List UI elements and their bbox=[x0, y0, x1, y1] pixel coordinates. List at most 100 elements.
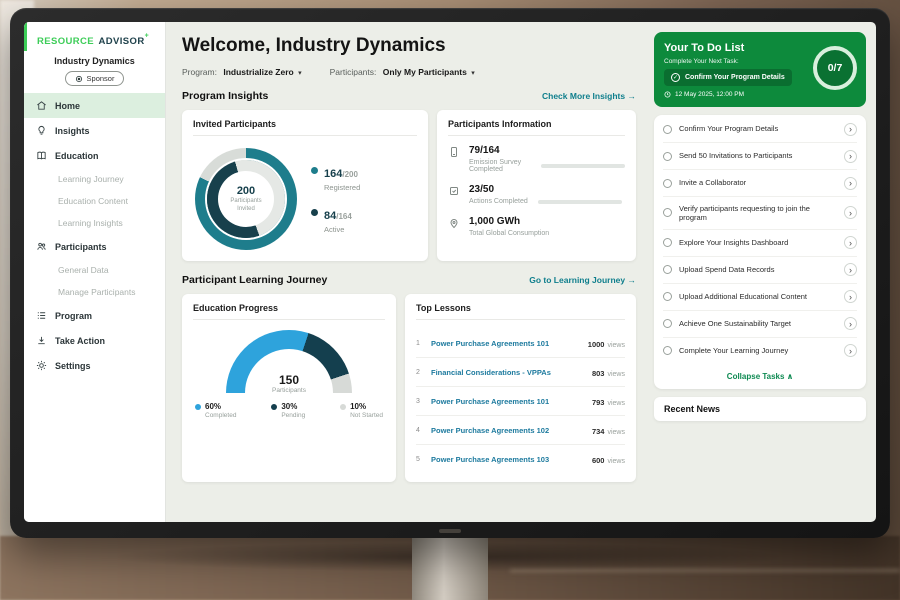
chevron-right-icon[interactable]: › bbox=[844, 344, 857, 357]
task-checkbox[interactable] bbox=[663, 265, 672, 274]
participants-filter-dropdown[interactable]: Only My Participants bbox=[383, 67, 467, 77]
sidebar-item-manage-participants[interactable]: Manage Participants bbox=[24, 281, 165, 303]
collapse-tasks-link[interactable]: Collapse Tasks ∧ bbox=[663, 364, 857, 385]
chevron-right-icon[interactable]: › bbox=[844, 263, 857, 276]
recent-news-header[interactable]: Recent News bbox=[654, 397, 866, 421]
task-checkbox[interactable] bbox=[663, 152, 672, 161]
task-row[interactable]: Verify participants requesting to join t… bbox=[663, 197, 857, 230]
lesson-rank: 4 bbox=[416, 427, 424, 434]
chevron-right-icon[interactable]: › bbox=[844, 123, 857, 136]
sidebar-item-insights[interactable]: Insights bbox=[24, 118, 165, 143]
next-task-pill[interactable]: ✓ Confirm Your Program Details bbox=[664, 69, 792, 86]
check-more-insights-link[interactable]: Check More Insights → bbox=[542, 91, 636, 101]
brand-primary: RESOURCE bbox=[37, 36, 94, 47]
monitor-stand bbox=[412, 534, 488, 600]
lesson-row[interactable]: 4 Power Purchase Agreements 102 734views bbox=[416, 416, 625, 445]
task-checkbox[interactable] bbox=[663, 238, 672, 247]
program-filter: Program: Industrialize Zero ▾ bbox=[182, 67, 302, 77]
task-row[interactable]: Invite a Collaborator › bbox=[663, 170, 857, 197]
legend-dot bbox=[340, 404, 346, 410]
sidebar-item-program[interactable]: Program bbox=[24, 303, 165, 328]
sidebar-item-general-data[interactable]: General Data bbox=[24, 259, 165, 281]
chevron-right-icon[interactable]: › bbox=[844, 290, 857, 303]
task-checkbox[interactable] bbox=[663, 125, 672, 134]
sidebar-item-settings[interactable]: Settings bbox=[24, 353, 165, 378]
sidebar-item-label: Take Action bbox=[55, 336, 105, 346]
list-icon bbox=[36, 310, 47, 321]
main-content: Welcome, Industry Dynamics Program: Indu… bbox=[166, 22, 648, 522]
legend-of: /200 bbox=[342, 170, 358, 179]
task-row[interactable]: Complete Your Learning Journey › bbox=[663, 338, 857, 364]
program-filter-dropdown[interactable]: Industrialize Zero bbox=[223, 67, 293, 77]
card-title: Education Progress bbox=[193, 303, 385, 320]
task-row[interactable]: Upload Additional Educational Content › bbox=[663, 284, 857, 311]
arrow-right-icon: → bbox=[628, 275, 637, 285]
chevron-right-icon[interactable]: › bbox=[844, 177, 857, 190]
chevron-right-icon[interactable]: › bbox=[844, 317, 857, 330]
sidebar-item-label: Home bbox=[55, 101, 80, 111]
todo-list-card: Confirm Your Program Details › Send 50 I… bbox=[654, 115, 866, 389]
sponsor-badge[interactable]: Sponsor bbox=[65, 71, 125, 86]
sidebar-item-education-content[interactable]: Education Content bbox=[24, 190, 165, 212]
task-row[interactable]: Send 50 Invitations to Participants › bbox=[663, 143, 857, 170]
page-title: Welcome, Industry Dynamics bbox=[182, 35, 636, 57]
task-checkbox[interactable] bbox=[663, 179, 672, 188]
clock-icon bbox=[664, 91, 671, 98]
stat-label: Emission Survey Completed bbox=[469, 159, 531, 173]
lesson-rank: 1 bbox=[416, 340, 424, 347]
task-label: Verify participants requesting to join t… bbox=[679, 204, 837, 223]
sidebar-item-education[interactable]: Education bbox=[24, 143, 165, 168]
lesson-title-link[interactable]: Power Purchase Agreements 101 bbox=[431, 397, 585, 406]
brand-secondary: ADVISOR bbox=[99, 36, 145, 47]
task-checkbox[interactable] bbox=[663, 346, 672, 355]
invited-donut-wrap: 200 Participants Invited 164/200 Registe… bbox=[193, 145, 417, 252]
sidebar-item-participants[interactable]: Participants bbox=[24, 234, 165, 259]
task-checkbox[interactable] bbox=[663, 208, 672, 217]
task-row[interactable]: Upload Spend Data Records › bbox=[663, 257, 857, 284]
chevron-right-icon[interactable]: › bbox=[844, 236, 857, 249]
sidebar-item-take-action[interactable]: Take Action bbox=[24, 328, 165, 353]
top-lessons-card: Top Lessons 1 Power Purchase Agreements … bbox=[405, 294, 636, 482]
lesson-title-link[interactable]: Power Purchase Agreements 101 bbox=[431, 339, 581, 348]
chevron-down-icon[interactable]: ▾ bbox=[471, 70, 475, 77]
program-filter-label: Program: bbox=[182, 67, 217, 77]
filter-bar: Program: Industrialize Zero ▾ Participan… bbox=[182, 67, 636, 77]
sidebar-item-learning-journey[interactable]: Learning Journey bbox=[24, 168, 165, 190]
stat-row: 79/164 Emission Survey Completed bbox=[448, 145, 625, 173]
sponsor-badge-label: Sponsor bbox=[87, 74, 115, 83]
go-to-learning-journey-link[interactable]: Go to Learning Journey → bbox=[529, 275, 636, 285]
task-row[interactable]: Explore Your Insights Dashboard › bbox=[663, 230, 857, 257]
chevron-right-icon[interactable]: › bbox=[844, 150, 857, 163]
lesson-row[interactable]: 3 Power Purchase Agreements 101 793views bbox=[416, 387, 625, 416]
brand-plus: + bbox=[145, 33, 149, 40]
next-task-time-label: 12 May 2025, 12:00 PM bbox=[675, 91, 744, 98]
stat-label: Actions Completed bbox=[469, 198, 528, 205]
lesson-row[interactable]: 2 Financial Considerations - VPPAs 803vi… bbox=[416, 358, 625, 387]
sidebar-item-home[interactable]: Home bbox=[24, 93, 165, 118]
legend-value: 30% bbox=[281, 402, 305, 411]
chevron-right-icon[interactable]: › bbox=[844, 206, 857, 219]
legend-dot bbox=[195, 404, 201, 410]
bulb-icon bbox=[36, 125, 47, 136]
lesson-title-link[interactable]: Power Purchase Agreements 103 bbox=[431, 455, 585, 464]
task-checkbox[interactable] bbox=[663, 292, 672, 301]
task-checkbox[interactable] bbox=[663, 319, 672, 328]
lesson-views: 803 bbox=[592, 369, 605, 378]
legend-item: 30% Pending bbox=[271, 402, 305, 419]
collapse-caret-icon: ∧ bbox=[787, 372, 794, 381]
task-row[interactable]: Confirm Your Program Details › bbox=[663, 116, 857, 143]
legend-value: 10% bbox=[350, 402, 383, 411]
sidebar-item-learning-insights[interactable]: Learning Insights bbox=[24, 212, 165, 234]
chevron-down-icon[interactable]: ▾ bbox=[298, 70, 302, 77]
views-label: views bbox=[607, 371, 625, 378]
legend-of: /164 bbox=[336, 212, 352, 221]
check-icon: ✓ bbox=[671, 73, 680, 82]
book-icon bbox=[36, 150, 47, 161]
views-label: views bbox=[607, 458, 625, 465]
lesson-title-link[interactable]: Power Purchase Agreements 102 bbox=[431, 426, 585, 435]
lesson-title-link[interactable]: Financial Considerations - VPPAs bbox=[431, 368, 585, 377]
task-label: Confirm Your Program Details bbox=[679, 124, 837, 133]
task-row[interactable]: Achieve One Sustainability Target › bbox=[663, 311, 857, 338]
lesson-row[interactable]: 5 Power Purchase Agreements 103 600views bbox=[416, 445, 625, 473]
lesson-row[interactable]: 1 Power Purchase Agreements 101 1000view… bbox=[416, 329, 625, 358]
